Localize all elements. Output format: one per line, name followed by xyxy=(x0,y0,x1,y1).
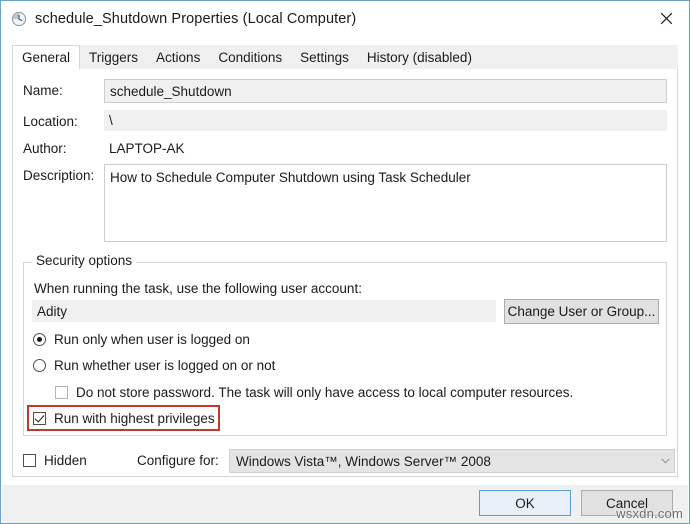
checkbox-hidden[interactable]: Hidden xyxy=(23,453,87,468)
location-label: Location: xyxy=(23,114,78,129)
checkbox-indicator-run-with-highest-privileges xyxy=(33,412,46,425)
radio-run-whether-logged-on-or-not-label: Run whether user is logged on or not xyxy=(54,358,276,373)
tab-general[interactable]: General xyxy=(12,45,81,70)
watermark: wsxdn.com xyxy=(616,506,683,521)
account-prompt-label: When running the task, use the following… xyxy=(34,281,362,296)
radio-run-only-when-logged-on[interactable]: Run only when user is logged on xyxy=(33,332,250,347)
radio-run-whether-logged-on-or-not[interactable]: Run whether user is logged on or not xyxy=(33,358,275,373)
checkbox-do-not-store-password-label: Do not store password. The task will onl… xyxy=(76,385,574,400)
name-label: Name: xyxy=(23,83,63,98)
tab-conditions[interactable]: Conditions xyxy=(209,45,291,69)
author-value: LAPTOP-AK xyxy=(109,141,185,156)
clock-schedule-icon xyxy=(11,11,27,27)
change-user-or-group-button[interactable]: Change User or Group... xyxy=(504,299,659,324)
checkbox-do-not-store-password[interactable]: Do not store password. The task will onl… xyxy=(55,385,573,400)
tab-actions-label: Actions xyxy=(156,49,201,65)
radio-indicator-logged-on xyxy=(33,333,46,346)
checkbox-hidden-label: Hidden xyxy=(44,453,87,468)
security-options-title: Security options xyxy=(32,253,137,268)
author-label: Author: xyxy=(23,141,67,156)
checkbox-indicator-hidden xyxy=(23,454,36,467)
description-input[interactable]: How to Schedule Computer Shutdown using … xyxy=(104,164,667,242)
tab-general-label: General xyxy=(22,50,71,65)
tab-triggers-label: Triggers xyxy=(89,49,139,65)
ok-button[interactable]: OK xyxy=(479,490,571,516)
tab-history-label: History (disabled) xyxy=(366,49,472,65)
chevron-down-icon xyxy=(656,458,674,464)
tab-settings[interactable]: Settings xyxy=(291,45,358,69)
user-account-value: Adity xyxy=(32,300,496,322)
configure-for-value: Windows Vista™, Windows Server™ 2008 xyxy=(236,453,491,469)
location-value: \ xyxy=(104,110,667,131)
radio-indicator-whether xyxy=(33,359,46,372)
description-label: Description: xyxy=(23,168,95,183)
title-bar: schedule_Shutdown Properties (Local Comp… xyxy=(1,1,689,36)
checkbox-run-with-highest-privileges[interactable]: Run with highest privileges xyxy=(33,411,215,426)
tab-conditions-label: Conditions xyxy=(218,49,283,65)
tab-actions[interactable]: Actions xyxy=(147,45,209,69)
tab-settings-label: Settings xyxy=(300,49,349,65)
checkbox-run-with-highest-privileges-label: Run with highest privileges xyxy=(54,411,215,426)
tab-triggers[interactable]: Triggers xyxy=(80,45,147,69)
close-icon[interactable] xyxy=(643,1,689,35)
window-title: schedule_Shutdown Properties (Local Comp… xyxy=(35,10,357,27)
tab-history[interactable]: History (disabled) xyxy=(358,45,481,69)
task-properties-dialog: schedule_Shutdown Properties (Local Comp… xyxy=(0,0,690,524)
checkbox-indicator-do-not-store-password xyxy=(55,386,68,399)
configure-for-label: Configure for: xyxy=(137,453,219,468)
tab-strip: General Triggers Actions Conditions Sett… xyxy=(12,45,678,70)
radio-run-only-when-logged-on-label: Run only when user is logged on xyxy=(54,332,250,347)
name-input[interactable]: schedule_Shutdown xyxy=(104,79,667,103)
configure-for-dropdown[interactable]: Windows Vista™, Windows Server™ 2008 xyxy=(229,449,675,473)
